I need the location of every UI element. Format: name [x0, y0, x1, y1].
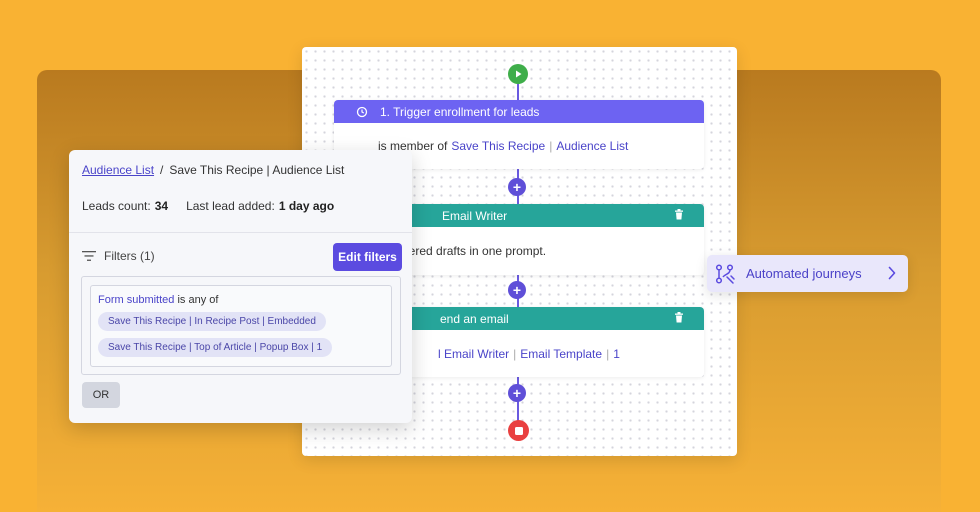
trash-icon[interactable]	[674, 312, 684, 323]
send-email-link-writer[interactable]: l Email Writer	[438, 347, 509, 361]
play-icon	[516, 70, 522, 78]
or-button[interactable]: OR	[82, 382, 120, 408]
breadcrumb: Audience List / Save This Recipe | Audie…	[82, 163, 344, 177]
rule-value-chip[interactable]: Save This Recipe | Top of Article | Popu…	[98, 338, 333, 357]
trash-icon[interactable]	[674, 209, 684, 220]
email-writer-description: wered drafts in one prompt.	[400, 244, 547, 258]
rule-operator: is any of	[177, 294, 219, 306]
edit-filters-button[interactable]: Edit filters	[333, 243, 402, 271]
breadcrumb-separator: /	[160, 163, 164, 177]
divider	[69, 232, 412, 233]
breadcrumb-current: Save This Recipe | Audience List	[169, 163, 345, 177]
filters-header: Filters (1)	[82, 249, 155, 263]
trigger-title: 1. Trigger enrollment for leads	[380, 104, 540, 119]
stop-icon	[514, 426, 523, 435]
trigger-link-audience[interactable]: Audience List	[556, 139, 628, 153]
filter-rule: Form submitted is any of Save This Recip…	[90, 285, 392, 367]
automated-journeys-button[interactable]: Automated journeys	[707, 255, 908, 292]
rule-condition: Form submitted is any of	[98, 294, 218, 306]
clock-icon	[356, 106, 368, 117]
last-lead-value: 1 day ago	[278, 199, 335, 213]
audience-filter-panel: Audience List / Save This Recipe | Audie…	[69, 150, 412, 423]
send-email-link-number[interactable]: 1	[613, 347, 620, 361]
automated-journeys-label: Automated journeys	[746, 266, 862, 281]
leads-count-label: Leads count:	[82, 199, 151, 213]
last-lead-label: Last lead added:	[186, 199, 275, 213]
trigger-card-header: 1. Trigger enrollment for leads	[334, 100, 704, 123]
chevron-right-icon	[888, 266, 896, 280]
workflow-icon	[714, 263, 736, 285]
filter-group: Form submitted is any of Save This Recip…	[81, 276, 401, 375]
filter-icon	[82, 251, 96, 261]
stop-node[interactable]	[508, 420, 529, 441]
leads-stats: Leads count: 34 Last lead added: 1 day a…	[82, 199, 334, 213]
rule-value-chip[interactable]: Save This Recipe | In Recipe Post | Embe…	[98, 312, 326, 331]
start-node[interactable]	[508, 64, 528, 84]
send-email-link-template[interactable]: Email Template	[520, 347, 602, 361]
breadcrumb-audience-list[interactable]: Audience List	[82, 163, 154, 177]
add-step-button[interactable]: +	[508, 281, 526, 299]
filters-label: Filters (1)	[104, 249, 155, 263]
leads-count-value: 34	[154, 199, 169, 213]
trigger-link-recipe[interactable]: Save This Recipe	[451, 139, 545, 153]
send-email-title: end an email	[440, 311, 509, 326]
add-step-button[interactable]: +	[508, 178, 526, 196]
add-step-button[interactable]: +	[508, 384, 526, 402]
rule-field[interactable]: Form submitted	[98, 294, 174, 306]
email-writer-title: Email Writer	[442, 208, 508, 223]
